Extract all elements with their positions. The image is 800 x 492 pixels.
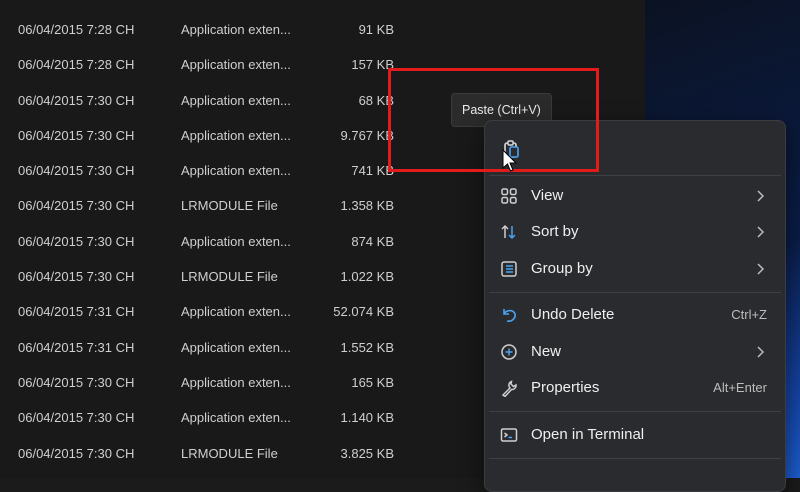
menu-item-view[interactable]: View bbox=[489, 179, 781, 213]
terminal-icon bbox=[500, 426, 518, 444]
menu-item-undo-delete[interactable]: Undo Delete Ctrl+Z bbox=[489, 298, 781, 332]
file-type: Application exten... bbox=[181, 22, 291, 37]
menu-separator bbox=[489, 458, 781, 459]
file-type: Application exten... bbox=[181, 410, 291, 426]
file-type: LRMODULE File bbox=[181, 198, 278, 214]
file-date-modified: 06/04/2015 7:30 CH bbox=[18, 374, 135, 390]
menu-item-group-by-label: Group by bbox=[531, 260, 593, 277]
menu-separator bbox=[489, 411, 781, 412]
menu-item-open-in-terminal[interactable]: Open in Terminal bbox=[489, 418, 781, 452]
menu-item-new-label: New bbox=[531, 343, 562, 360]
file-date-modified: 06/04/2015 7:30 CH bbox=[18, 163, 135, 179]
file-size: 1.552 KB bbox=[340, 339, 395, 355]
context-menu: View Sort by Group by Undo Delete Ctrl+Z… bbox=[484, 120, 786, 492]
menu-item-properties-label: Properties bbox=[531, 379, 600, 396]
file-type: LRMODULE File bbox=[181, 445, 278, 461]
file-type: LRMODULE File bbox=[181, 269, 278, 285]
file-type: Application exten... bbox=[181, 127, 291, 143]
file-size: 52.074 KB bbox=[333, 304, 394, 320]
chevron-right-icon bbox=[757, 263, 765, 275]
file-size: 3.825 KB bbox=[340, 445, 395, 461]
file-date-modified: 06/04/2015 7:31 CH bbox=[18, 304, 135, 320]
file-date-modified: 06/04/2015 7:30 CH bbox=[18, 92, 135, 108]
file-type: Application exten... bbox=[181, 339, 291, 355]
file-type: Application exten... bbox=[181, 374, 291, 390]
file-size: 165 KB bbox=[351, 374, 394, 390]
plus-circle-icon bbox=[500, 343, 518, 361]
file-size: 1.140 KB bbox=[340, 410, 395, 426]
menu-item-undo-delete-label: Undo Delete bbox=[531, 306, 615, 323]
file-size: 1.358 KB bbox=[340, 198, 395, 214]
chevron-right-icon bbox=[757, 346, 765, 358]
file-size: 9.767 KB bbox=[340, 127, 395, 143]
menu-item-view-label: View bbox=[531, 187, 564, 204]
menu-item-group-by[interactable]: Group by bbox=[489, 252, 781, 286]
menu-separator bbox=[489, 292, 781, 293]
file-date-modified: 06/04/2015 7:30 CH bbox=[18, 233, 135, 249]
wrench-icon bbox=[500, 379, 518, 397]
file-type: Application exten... bbox=[181, 57, 291, 73]
undo-delete-shortcut: Ctrl+Z bbox=[731, 307, 767, 322]
red-highlight-box bbox=[388, 68, 599, 172]
menu-item-sort-by-label: Sort by bbox=[531, 223, 579, 240]
file-type: Application exten... bbox=[181, 92, 291, 108]
sort-arrows-icon bbox=[500, 223, 518, 241]
menu-item-open-in-terminal-label: Open in Terminal bbox=[531, 426, 645, 443]
file-date-modified: 06/04/2015 7:28 CH bbox=[18, 57, 135, 73]
menu-item-properties[interactable]: Properties Alt+Enter bbox=[489, 371, 781, 405]
mouse-cursor-icon bbox=[502, 149, 518, 172]
file-type: Application exten... bbox=[181, 163, 291, 179]
file-date-modified: 06/04/2015 7:30 CH bbox=[18, 269, 135, 285]
group-list-icon bbox=[500, 260, 518, 278]
menu-item-sort-by[interactable]: Sort by bbox=[489, 215, 781, 249]
properties-shortcut: Alt+Enter bbox=[713, 380, 767, 395]
file-size: 91 KB bbox=[358, 22, 394, 37]
menu-separator bbox=[489, 175, 781, 176]
file-date-modified: 06/04/2015 7:30 CH bbox=[18, 445, 135, 461]
file-row[interactable]: 06/04/2015 7:28 CH Application exten... 91… bbox=[0, 12, 645, 47]
file-type: Application exten... bbox=[181, 304, 291, 320]
file-size: 68 KB bbox=[358, 92, 394, 108]
menu-item-new[interactable]: New bbox=[489, 335, 781, 369]
file-size: 741 KB bbox=[351, 163, 394, 179]
file-date-modified: 06/04/2015 7:30 CH bbox=[18, 198, 135, 214]
file-date-modified: 06/04/2015 7:31 CH bbox=[18, 339, 135, 355]
undo-icon bbox=[500, 306, 518, 324]
chevron-right-icon bbox=[757, 226, 765, 238]
file-size: 1.022 KB bbox=[340, 269, 395, 285]
file-date-modified: 06/04/2015 7:28 CH bbox=[18, 22, 135, 37]
chevron-right-icon bbox=[757, 190, 765, 202]
file-size: 874 KB bbox=[351, 233, 394, 249]
file-date-modified: 06/04/2015 7:30 CH bbox=[18, 127, 135, 143]
file-date-modified: 06/04/2015 7:30 CH bbox=[18, 410, 135, 426]
file-type: Application exten... bbox=[181, 233, 291, 249]
grid-view-icon bbox=[500, 187, 518, 205]
file-size: 157 KB bbox=[351, 57, 394, 73]
